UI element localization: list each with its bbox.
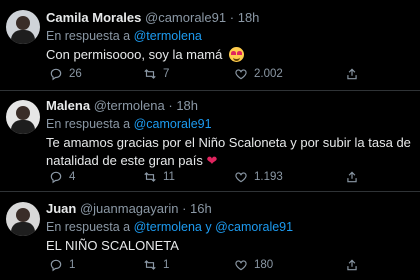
tweet-header: Juan @juanmagayarin · 16h xyxy=(46,201,416,217)
share-icon xyxy=(347,171,357,183)
like-count: 1.193 xyxy=(254,171,283,183)
divider xyxy=(0,90,420,91)
separator-dot: · xyxy=(168,98,173,113)
reply-joiner: y xyxy=(205,220,212,234)
reply-count: 4 xyxy=(69,171,76,183)
retweet-icon xyxy=(144,69,156,79)
reply-button[interactable]: 1 xyxy=(49,258,75,272)
timestamp[interactable]: 16h xyxy=(190,201,212,216)
retweet-icon xyxy=(144,172,156,182)
like-icon xyxy=(235,260,247,271)
tweet[interactable]: Juan @juanmagayarin · 16h En respuesta a… xyxy=(0,192,420,280)
display-name[interactable]: Juan xyxy=(46,201,76,216)
share-icon xyxy=(347,259,357,271)
tweet[interactable]: Camila Morales @camorale91 · 18h En resp… xyxy=(0,0,420,92)
reply-mention-2[interactable]: @camorale91 xyxy=(215,220,293,234)
tweet-actions: 4 11 1.193 xyxy=(0,170,360,186)
like-count: 2.002 xyxy=(254,68,283,80)
reply-mention[interactable]: @termolena xyxy=(134,220,202,234)
display-name[interactable]: Camila Morales xyxy=(46,10,141,25)
reply-context: En respuesta a @camorale91 xyxy=(46,116,416,132)
like-icon xyxy=(235,69,247,80)
timestamp[interactable]: 18h xyxy=(176,98,198,113)
reply-button[interactable]: 26 xyxy=(49,67,82,81)
retweet-count: 7 xyxy=(163,68,170,80)
like-count: 180 xyxy=(254,259,274,271)
reply-mention[interactable]: @camorale91 xyxy=(134,117,212,131)
tweet-header: Malena @termolena · 18h xyxy=(46,98,416,114)
display-name[interactable]: Malena xyxy=(46,98,90,113)
retweet-count: 1 xyxy=(163,259,170,271)
reply-icon xyxy=(50,68,62,81)
share-icon xyxy=(347,68,357,80)
reply-button[interactable]: 4 xyxy=(49,170,75,184)
timestamp[interactable]: 18h xyxy=(238,10,260,25)
reply-icon xyxy=(50,259,62,272)
share-button[interactable] xyxy=(345,258,359,272)
heart-eyes-emoji-icon xyxy=(228,47,244,62)
reply-prefix: En respuesta a xyxy=(46,117,131,131)
reply-prefix: En respuesta a xyxy=(46,220,131,234)
separator-dot: · xyxy=(229,10,235,25)
tweet-actions: 1 1 180 xyxy=(0,258,360,274)
reply-mention[interactable]: @termolena xyxy=(134,29,202,43)
user-handle[interactable]: @camorale91 xyxy=(145,10,226,25)
tweet-text: EL NIÑO SCALONETA xyxy=(46,237,416,255)
share-button[interactable] xyxy=(345,170,359,184)
like-button[interactable]: 1.193 xyxy=(234,170,283,184)
tweet[interactable]: Malena @termolena · 18h En respuesta a @… xyxy=(0,92,420,192)
tweet-text: Te amamos gracias por el Niño Scaloneta … xyxy=(46,134,416,170)
separator-dot: · xyxy=(182,201,187,216)
reply-prefix: En respuesta a xyxy=(46,29,131,43)
tweet-actions: 26 7 2.002 xyxy=(0,67,360,83)
user-handle[interactable]: @termolena xyxy=(94,98,165,113)
avatar[interactable] xyxy=(6,100,40,134)
retweet-icon xyxy=(144,260,156,270)
tweet-body: Te amamos gracias por el Niño Scaloneta … xyxy=(46,135,411,168)
reply-context: En respuesta a @termolena y @camorale91 xyxy=(46,219,416,235)
reply-context: En respuesta a @termolena xyxy=(46,28,416,44)
retweet-button[interactable]: 7 xyxy=(143,67,169,81)
retweet-button[interactable]: 11 xyxy=(143,170,175,184)
tweet-header: Camila Morales @camorale91 · 18h xyxy=(46,10,416,26)
tweet-text: Con permisoooo, soy la mamá xyxy=(46,46,416,64)
reply-icon xyxy=(50,171,62,184)
tweet-body: EL NIÑO SCALONETA xyxy=(46,238,179,253)
user-handle[interactable]: @juanmagayarin xyxy=(80,201,178,216)
share-button[interactable] xyxy=(345,67,359,81)
retweet-button[interactable]: 1 xyxy=(143,258,169,272)
red-heart-icon: ❤ xyxy=(206,153,218,168)
like-button[interactable]: 2.002 xyxy=(234,67,283,81)
tweet-body: Con permisoooo, soy la mamá xyxy=(46,47,223,62)
reply-count: 1 xyxy=(69,259,76,271)
avatar[interactable] xyxy=(6,202,40,236)
like-icon xyxy=(235,172,247,183)
avatar[interactable] xyxy=(6,10,40,44)
retweet-count: 11 xyxy=(163,171,175,183)
like-button[interactable]: 180 xyxy=(234,258,273,272)
reply-count: 26 xyxy=(69,68,82,80)
